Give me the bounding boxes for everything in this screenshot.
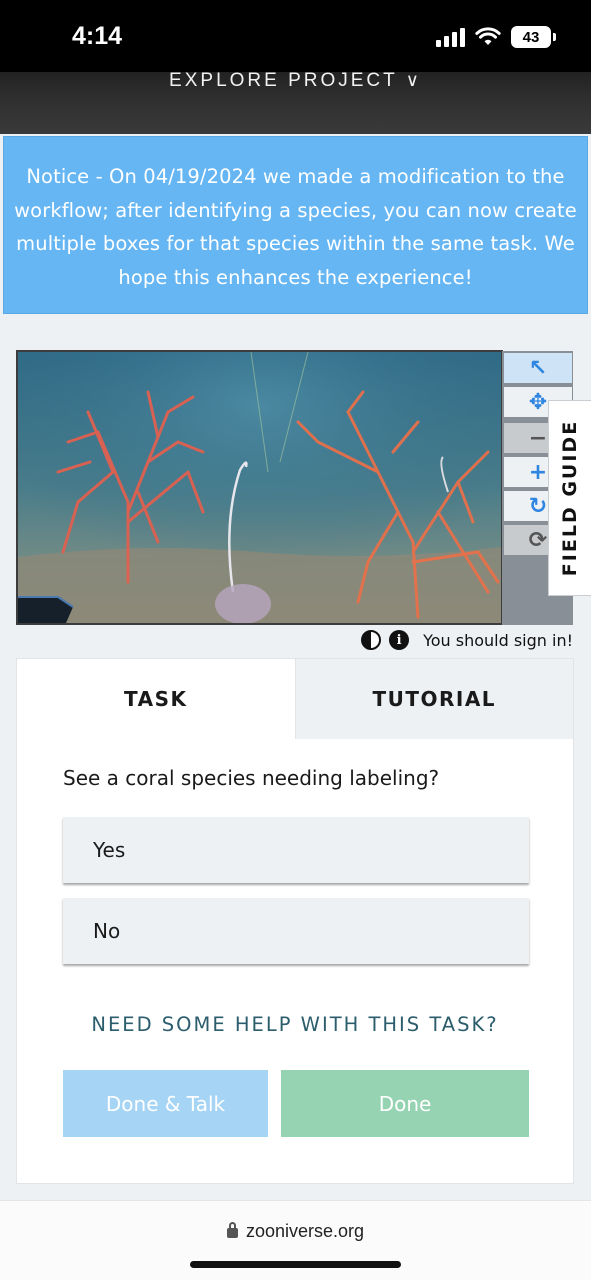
move-icon: ✥ xyxy=(528,389,548,415)
explore-project-menu[interactable]: EXPLORE PROJECT ∨ xyxy=(0,70,591,92)
done-and-talk-button[interactable]: Done & Talk xyxy=(63,1070,268,1137)
coral-subject-image xyxy=(18,352,501,623)
url-text: zooniverse.org xyxy=(245,1221,365,1241)
info-icon[interactable]: i xyxy=(389,630,410,650)
rotate-icon: ↻ xyxy=(528,493,548,519)
workflow-notice: Notice - On 04/19/2024 we made a modific… xyxy=(3,136,588,314)
home-indicator[interactable] xyxy=(190,1261,401,1268)
pointer-icon: ↖ xyxy=(528,355,548,381)
answer-no-button[interactable]: No xyxy=(63,898,529,964)
lock-icon xyxy=(226,1222,238,1238)
url-display: zooniverse.org xyxy=(0,1221,591,1242)
done-button[interactable]: Done xyxy=(281,1070,529,1137)
task-question: See a coral species needing labeling? xyxy=(63,766,440,790)
cellular-signal-icon xyxy=(436,27,465,47)
status-icons: 43 xyxy=(436,26,556,48)
task-panel: TASK TUTORIAL See a coral species needin… xyxy=(16,658,574,1184)
subject-image-viewer[interactable] xyxy=(16,350,503,625)
need-help-link[interactable]: NEED SOME HELP WITH THIS TASK? xyxy=(17,1013,573,1036)
tab-task[interactable]: TASK xyxy=(17,659,295,739)
reset-icon: ⟳ xyxy=(528,527,548,553)
sign-in-prompt[interactable]: You should sign in! xyxy=(423,631,573,650)
zoom-out-icon: − xyxy=(528,425,548,451)
tab-tutorial[interactable]: TUTORIAL xyxy=(294,659,573,739)
field-guide-label: FIELD GUIDE xyxy=(559,419,581,577)
field-guide-tab[interactable]: FIELD GUIDE xyxy=(548,400,591,596)
project-header: EXPLORE PROJECT ∨ xyxy=(0,70,591,134)
invert-contrast-icon[interactable] xyxy=(361,630,382,650)
status-bar: 4:14 43 xyxy=(0,0,591,72)
battery-icon: 43 xyxy=(511,26,556,48)
answer-yes-button[interactable]: Yes xyxy=(63,817,529,883)
task-tabs: TASK TUTORIAL xyxy=(17,659,573,739)
pointer-tool-button[interactable]: ↖ xyxy=(504,353,572,383)
wifi-icon xyxy=(475,27,501,45)
browser-url-bar[interactable]: zooniverse.org xyxy=(0,1200,591,1280)
zoom-in-icon: + xyxy=(528,459,548,485)
chevron-down-icon: ∨ xyxy=(405,70,422,90)
explore-project-label: EXPLORE PROJECT xyxy=(169,70,398,91)
viewer-meta-row: i You should sign in! xyxy=(361,630,573,650)
status-time: 4:14 xyxy=(72,22,123,50)
